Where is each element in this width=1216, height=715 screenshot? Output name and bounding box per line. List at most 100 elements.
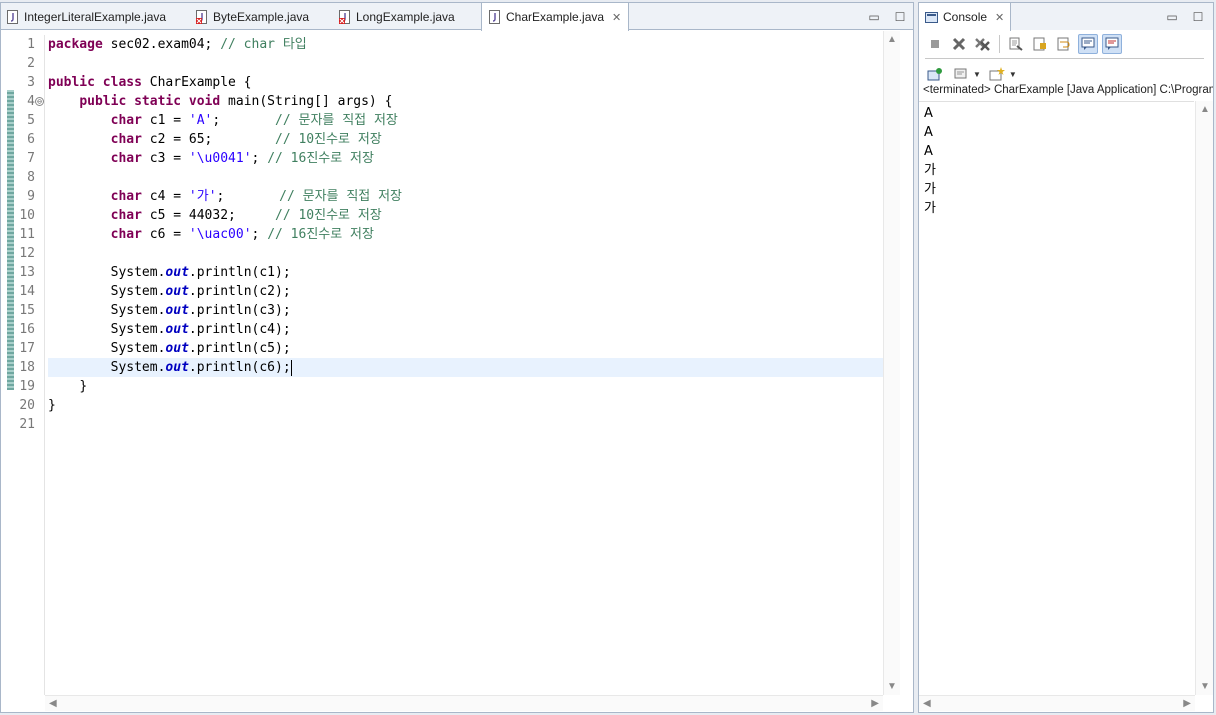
line-number: 19	[19, 379, 35, 394]
line-number: 8	[27, 170, 35, 185]
code-text-span: ;	[212, 113, 276, 128]
code-text[interactable]: package sec02.exam04; // char 타입 public …	[48, 35, 883, 434]
code-text-span: c2 = 65;	[141, 132, 275, 147]
line-number: 5	[27, 113, 35, 128]
tab-byte-example[interactable]: ByteExample.java	[196, 3, 309, 30]
static-field: out	[165, 303, 189, 318]
comment: // 16진수로 저장	[267, 151, 374, 166]
line-number: 4	[27, 94, 35, 109]
comment: // 10진수로 저장	[275, 208, 382, 223]
code-line-18-current: System.out.println(c6);	[48, 358, 883, 377]
console-tab-bar: Console ✕ ▭ ☐	[919, 3, 1213, 31]
code-text-span: }	[48, 398, 56, 413]
console-tab-label: Console	[943, 10, 988, 24]
chevron-down-icon[interactable]: ▼	[1009, 70, 1017, 79]
fold-collapse-icon[interactable]: ⊖	[35, 97, 44, 106]
line-number: 2	[27, 56, 35, 71]
scroll-left-icon[interactable]: ◀	[49, 698, 57, 709]
scroll-down-icon[interactable]: ▼	[887, 681, 897, 692]
word-wrap-icon[interactable]	[1054, 34, 1074, 54]
console-horizontal-scrollbar[interactable]: ◀ ▶	[919, 695, 1195, 711]
code-text-span: System.	[110, 360, 166, 375]
code-line-16: System.out.println(c4);	[48, 320, 883, 339]
keyword: char	[110, 151, 142, 166]
keyword: char	[110, 113, 142, 128]
code-line-11: char c6 = '\uac00'; // 16진수로 저장	[48, 225, 883, 244]
remove-all-terminated-icon[interactable]	[973, 34, 993, 54]
tab-console[interactable]: Console ✕	[919, 3, 1012, 31]
code-line-1: package sec02.exam04; // char 타입	[48, 35, 883, 54]
console-vertical-scrollbar[interactable]: ▲ ▼	[1195, 101, 1213, 695]
code-line-3: public class CharExample {	[48, 73, 883, 92]
code-text-span: c4 =	[141, 189, 189, 204]
comment: // 문자를 직접 저장	[275, 113, 398, 128]
scroll-lock-icon[interactable]	[1030, 34, 1050, 54]
console-pane: Console ✕ ▭ ☐ ▼ ▼ <terminated> CharExamp…	[918, 2, 1214, 713]
comment: // 문자를 직접 저장	[279, 189, 403, 204]
line-number: 16	[19, 322, 35, 337]
scroll-right-icon[interactable]: ▶	[871, 698, 879, 709]
string-literal: '가'	[188, 189, 217, 204]
scroll-up-icon[interactable]: ▲	[1200, 104, 1210, 115]
code-text-span: System.	[110, 265, 166, 280]
tab-char-example[interactable]: CharExample.java ✕	[481, 3, 630, 31]
code-text-span: c5 = 44032;	[141, 208, 275, 223]
show-console-on-stderr-icon[interactable]	[1102, 34, 1122, 54]
line-number: 12	[19, 246, 35, 261]
code-editor[interactable]: 1 2 3 4 ⊖ 5 6 7 8 9 10 11 12 13 14 15 16 …	[1, 31, 883, 695]
static-field: out	[165, 284, 189, 299]
code-line-10: char c5 = 44032; // 10진수로 저장	[48, 206, 883, 225]
keyword: public	[79, 94, 127, 109]
code-text-span: sec02.exam04;	[102, 37, 221, 52]
line-number: 17	[19, 341, 35, 356]
output-line: 가	[924, 182, 936, 197]
output-line: A	[924, 106, 933, 121]
code-text-span: System.	[110, 322, 166, 337]
terminate-icon[interactable]	[925, 34, 945, 54]
editor-tab-bar: IntegerLiteralExample.java ByteExample.j…	[1, 3, 913, 31]
scroll-right-icon[interactable]: ▶	[1183, 698, 1191, 709]
show-console-on-stdout-icon[interactable]	[1078, 34, 1098, 54]
open-console-icon[interactable]	[987, 64, 1007, 84]
minimize-icon[interactable]: ▭	[867, 10, 881, 24]
editor-vertical-scrollbar[interactable]: ▲ ▼	[883, 31, 900, 695]
code-text-span: }	[79, 379, 88, 394]
string-literal: '\uac00'	[188, 227, 252, 242]
minimize-icon[interactable]: ▭	[1165, 10, 1179, 24]
code-line-19: }	[48, 377, 883, 396]
code-text-span: c6 =	[141, 227, 189, 242]
line-number: 10	[19, 208, 35, 223]
tab-integer-literal-example[interactable]: IntegerLiteralExample.java	[7, 3, 166, 30]
close-icon[interactable]: ✕	[612, 11, 621, 24]
static-field: out	[165, 322, 189, 337]
code-line-6: char c2 = 65; // 10진수로 저장	[48, 130, 883, 149]
pin-console-icon[interactable]	[925, 64, 945, 84]
console-toolbar-secondary: ▼ ▼	[925, 63, 1017, 85]
code-text-span: ;	[216, 189, 280, 204]
display-selected-console-icon[interactable]	[951, 64, 971, 84]
scroll-up-icon[interactable]: ▲	[887, 34, 897, 45]
code-line-5: char c1 = 'A'; // 문자를 직접 저장	[48, 111, 883, 130]
clear-console-icon[interactable]	[1006, 34, 1026, 54]
maximize-icon[interactable]: ☐	[893, 10, 907, 24]
output-line: A	[924, 144, 933, 159]
code-text-span: main(String[] args) {	[220, 94, 393, 109]
scroll-down-icon[interactable]: ▼	[1200, 681, 1210, 692]
chevron-down-icon[interactable]: ▼	[973, 70, 981, 79]
code-text-span: CharExample {	[141, 75, 252, 90]
close-icon[interactable]: ✕	[995, 11, 1004, 24]
console-output[interactable]: A A A 가 가 가	[919, 101, 1194, 695]
output-line: 가	[924, 163, 936, 178]
editor-horizontal-scrollbar[interactable]: ◀ ▶	[45, 695, 883, 711]
java-file-error-icon	[196, 9, 208, 24]
console-process-status: <terminated> CharExample [Java Applicati…	[923, 84, 1213, 96]
scroll-left-icon[interactable]: ◀	[923, 698, 931, 709]
line-number: 1	[27, 37, 35, 52]
keyword: char	[110, 189, 142, 204]
code-line-4: public static void main(String[] args) {	[48, 92, 883, 111]
maximize-icon[interactable]: ☐	[1191, 10, 1205, 24]
remove-launch-icon[interactable]	[949, 34, 969, 54]
static-field: out	[165, 265, 189, 280]
tab-long-example[interactable]: LongExample.java	[339, 3, 455, 30]
